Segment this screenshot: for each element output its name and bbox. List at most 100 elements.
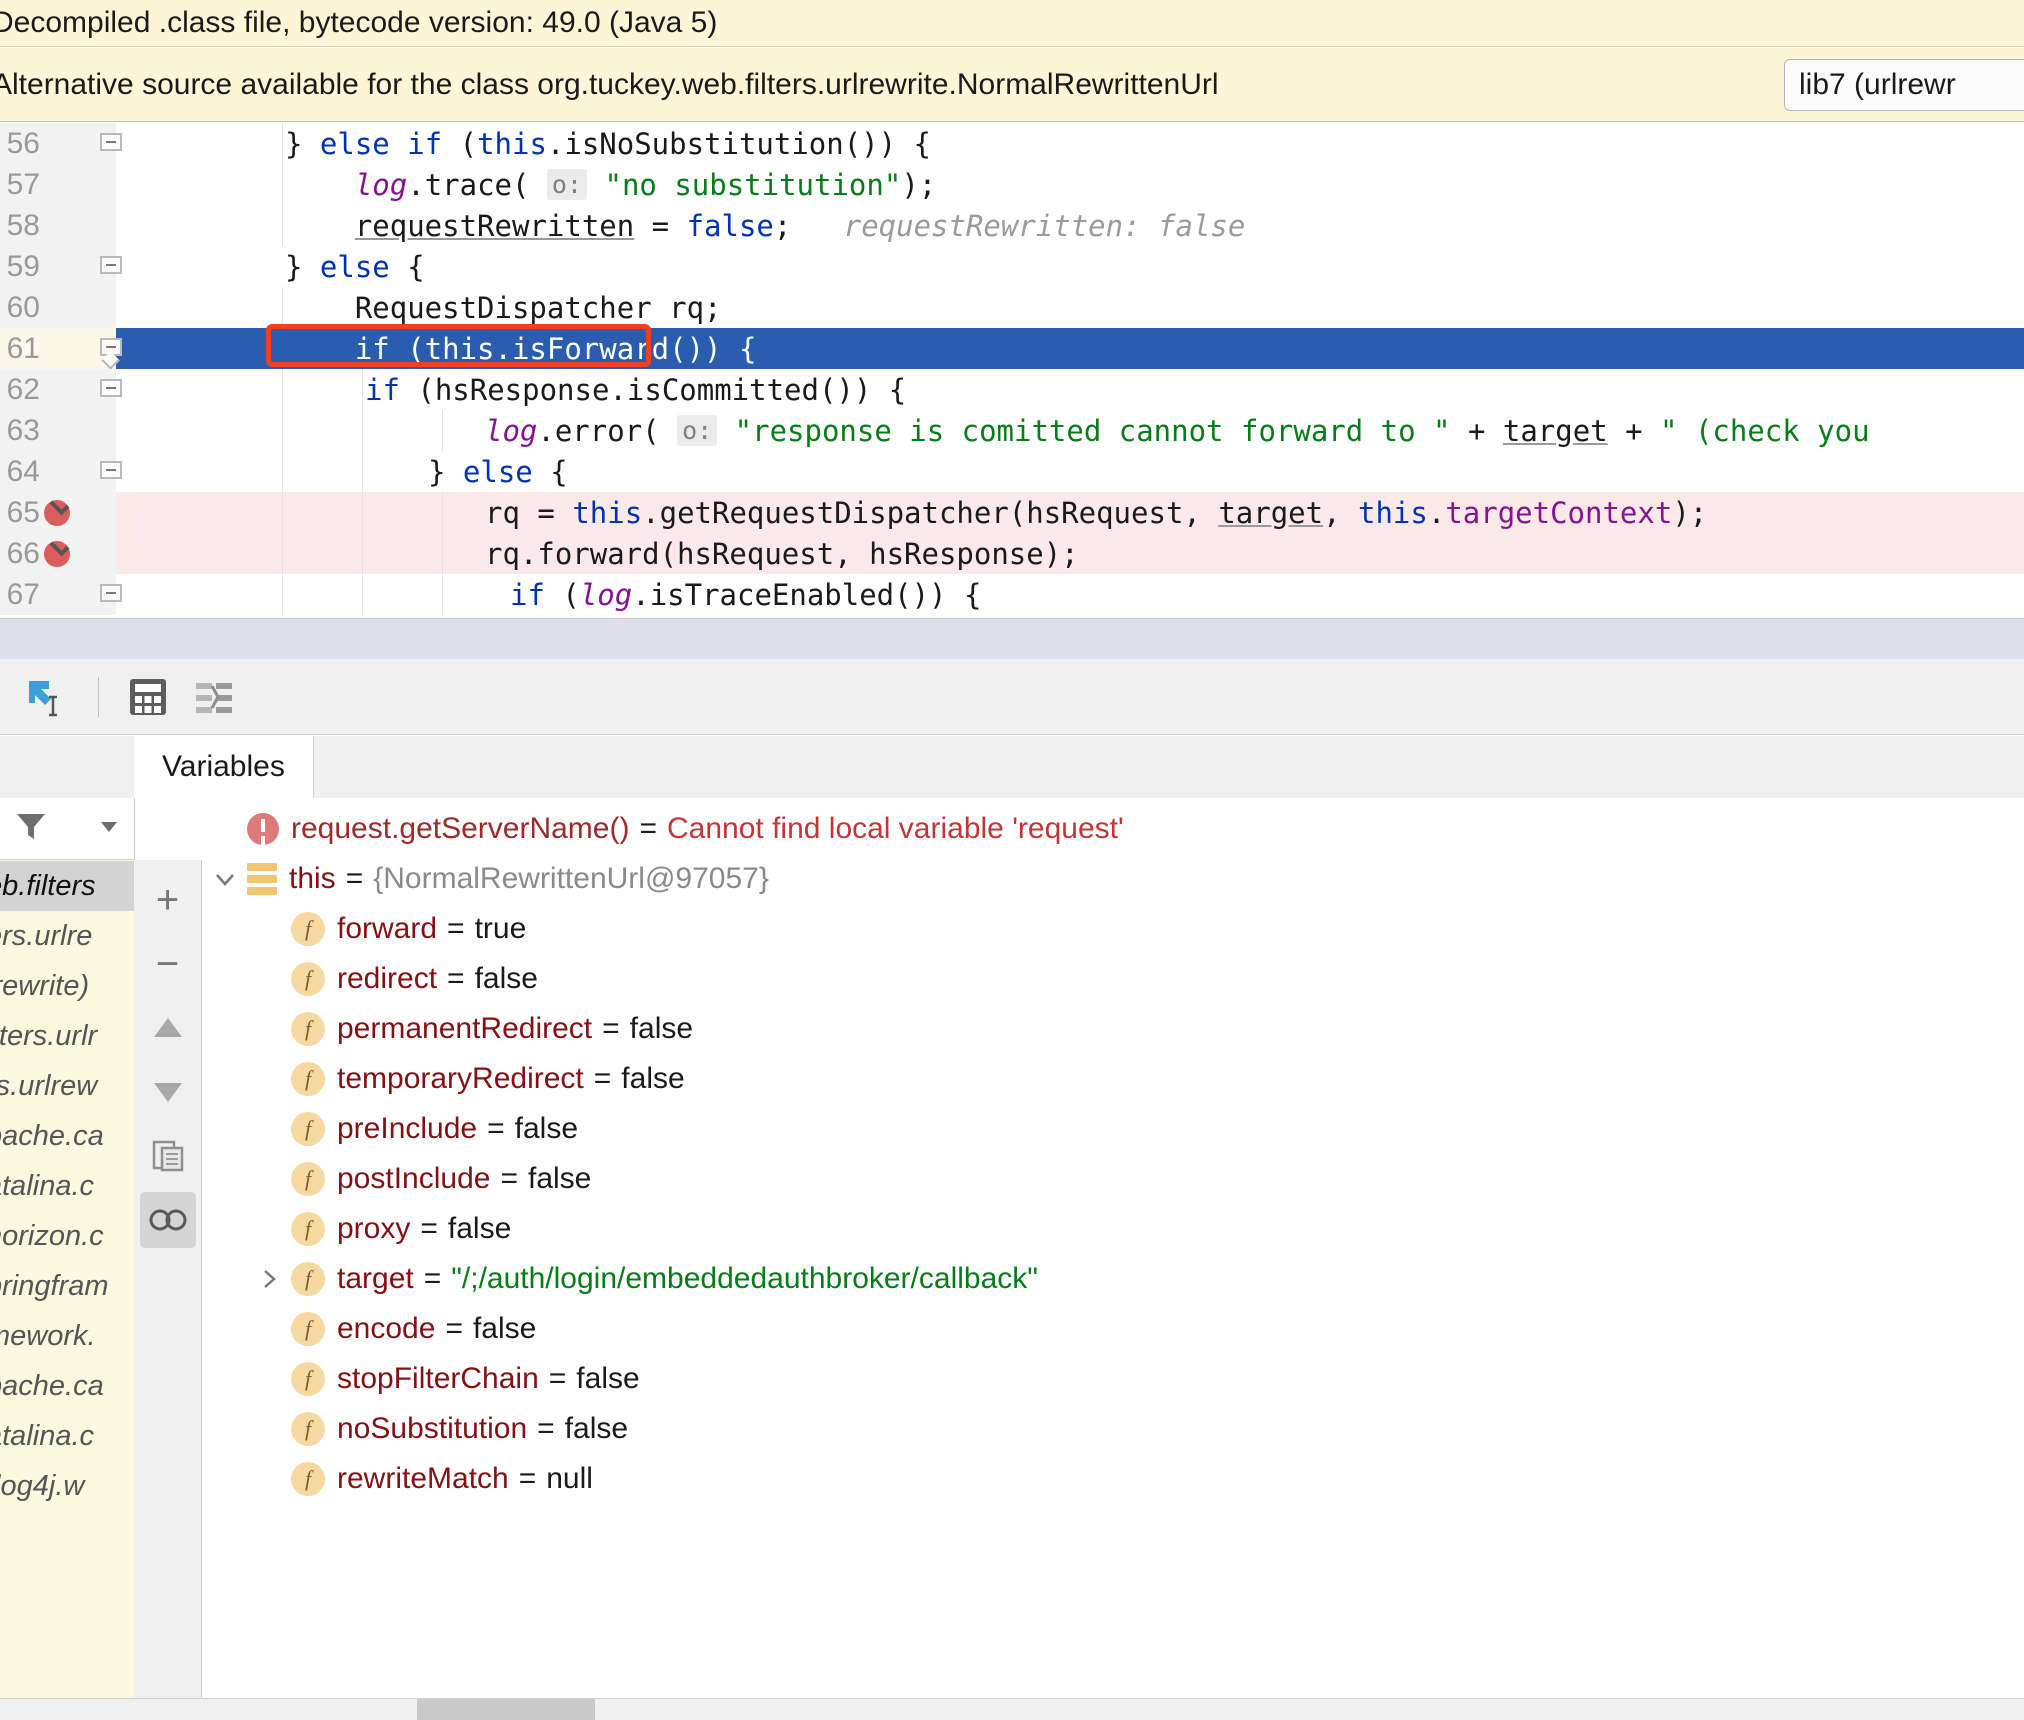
list-item[interactable]: mework. [0, 1311, 134, 1361]
funnel-icon[interactable] [14, 809, 48, 848]
code-text-64: } else { [428, 454, 568, 489]
field-icon: f [291, 1012, 325, 1046]
table-row[interactable]: f temporaryRedirect = false [203, 1054, 2024, 1104]
list-item[interactable]: atalina.c [0, 1161, 134, 1211]
list-item[interactable]: eb.filters [0, 861, 134, 911]
table-row[interactable]: f encode = false [203, 1304, 2024, 1354]
variable-value: false [514, 1112, 579, 1145]
equals-sign: = [447, 962, 465, 995]
status-bar[interactable] [0, 1698, 2024, 1720]
code-text-66: rq.forward(hsRequest, hsResponse); [485, 536, 1079, 571]
filter-item-label: horizon.c [0, 1219, 104, 1252]
table-row[interactable]: f permanentRedirect = false [203, 1004, 2024, 1054]
code-line-57[interactable]: 57 log .trace( o: "no substitution"); [0, 164, 2024, 205]
variable-value: false [576, 1362, 640, 1395]
fold-marker-64[interactable] [100, 461, 126, 485]
fold-marker-67[interactable] [100, 584, 126, 608]
table-row[interactable]: f redirect = false [203, 954, 2024, 1004]
table-row[interactable]: f proxy = false [203, 1204, 2024, 1254]
list-item[interactable]: pringfram [0, 1261, 134, 1311]
debugger-tab-row[interactable]: Variables [0, 736, 2024, 799]
list-item[interactable]: lrewrite) [0, 961, 134, 1011]
editor-debugger-splitter[interactable] [0, 618, 2024, 660]
triangle-down-icon [153, 1083, 182, 1102]
gutter-63[interactable]: 63 [0, 410, 116, 451]
move-down-button[interactable] [140, 1064, 196, 1120]
chevron-right-icon[interactable] [247, 1267, 291, 1291]
gutter-62[interactable]: 62 [0, 369, 116, 410]
gutter-60[interactable]: 60 [0, 287, 116, 328]
add-button[interactable]: + [140, 872, 196, 928]
list-item[interactable]: rs.urlrew [0, 1061, 134, 1111]
table-row[interactable]: f noSubstitution = false [203, 1404, 2024, 1454]
copy-button[interactable] [140, 1128, 196, 1184]
table-row[interactable]: request.getServerName() = Cannot find lo… [203, 804, 2024, 854]
gutter-56[interactable]: 56 [0, 123, 116, 164]
table-row[interactable]: f stopFilterChain = false [203, 1354, 2024, 1404]
list-item[interactable]: horizon.c [0, 1211, 134, 1261]
variable-value: "/;/auth/login/embeddedauthbroker/callba… [451, 1262, 1038, 1295]
debugger-toolbar[interactable] [0, 659, 2024, 735]
code-line-61[interactable]: 61 if (this.isForward()) { [0, 328, 2024, 370]
code-line-66[interactable]: 66 rq.forward(hsRequest, hsResponse); [0, 533, 2024, 574]
gutter-65[interactable]: 65 [0, 492, 116, 533]
add-icon: + [155, 877, 180, 922]
chevron-down-icon[interactable] [98, 815, 120, 842]
variable-value: false [629, 1012, 694, 1045]
code-line-65[interactable]: 65 rq = this .getRequestDispatcher(hsRequ… [0, 492, 2024, 533]
fold-marker-62[interactable] [100, 379, 126, 403]
breakpoint-icon-65[interactable] [44, 500, 70, 526]
gutter-67[interactable]: 67 [0, 574, 116, 615]
code-line-60[interactable]: 60 RequestDispatcher rq; [0, 287, 2024, 328]
filter-item-label: pringfram [0, 1269, 109, 1302]
fold-marker-56[interactable] [100, 133, 126, 157]
move-up-button[interactable] [140, 1000, 196, 1056]
code-line-62[interactable]: 62 if (hsResponse.isCommitted()) { [0, 369, 2024, 410]
code-line-56[interactable]: 56 } else if (this .isNoSubstitution()) { [0, 123, 2024, 164]
list-item[interactable]: pache.ca [0, 1361, 134, 1411]
gutter-57[interactable]: 57 [0, 164, 116, 205]
list-item[interactable]: ilters.urlr [0, 1011, 134, 1061]
list-item[interactable]: atalina.c [0, 1411, 134, 1461]
equals-sign: = [345, 862, 364, 895]
gutter-59[interactable]: 59 [0, 246, 116, 287]
mute-breakpoints-button[interactable] [139, 1192, 196, 1248]
fold-marker-61[interactable] [100, 338, 126, 370]
code-editor[interactable]: 56 } else if (this .isNoSubstitution()) {… [0, 123, 2024, 618]
code-line-63[interactable]: 63 log .error( o: "response is comitted c… [0, 410, 2024, 451]
gutter-61[interactable]: 61 [0, 328, 116, 369]
table-row[interactable]: f preInclude = false [203, 1104, 2024, 1154]
chevron-down-icon[interactable] [203, 867, 247, 891]
table-row[interactable]: f forward = true [203, 904, 2024, 954]
gutter-58[interactable]: 58 [0, 205, 116, 246]
breakpoint-icon-66[interactable] [44, 541, 70, 567]
code-line-67[interactable]: 67 if (log .isTraceEnabled()) { [0, 574, 2024, 615]
code-line-58[interactable]: 58 requestRewritten = false; requestRewr… [0, 205, 2024, 246]
status-chip[interactable] [417, 1699, 595, 1720]
list-item[interactable]: .log4j.w [0, 1461, 134, 1511]
evaluate-expression-icon[interactable] [117, 666, 179, 728]
gutter-64[interactable]: 64 [0, 451, 116, 492]
error-icon [247, 813, 279, 845]
class-filters-list[interactable]: eb.filters ers.urlre lrewrite) ilters.ur… [0, 861, 134, 1511]
class-filters-panel[interactable]: eb.filters ers.urlre lrewrite) ilters.ur… [0, 798, 135, 1698]
filters-side-toolbar[interactable]: + − [134, 860, 202, 1698]
table-row[interactable]: this = {NormalRewrittenUrl@97057} [203, 854, 2024, 904]
table-row[interactable]: f rewriteMatch = null [203, 1454, 2024, 1504]
code-line-59[interactable]: 59 } else { [0, 246, 2024, 287]
triangle-up-icon [153, 1018, 182, 1037]
gutter-66[interactable]: 66 [0, 533, 116, 574]
module-selector-combobox[interactable]: lib7 (urlrewr [1784, 58, 2024, 111]
jump-to-cursor-icon[interactable] [14, 666, 76, 728]
list-item[interactable]: ers.urlre [0, 911, 134, 961]
remove-button[interactable]: − [140, 936, 196, 992]
code-line-64[interactable]: 64 } else { [0, 451, 2024, 492]
table-row[interactable]: f target = "/;/auth/login/embeddedauthbr… [203, 1254, 2024, 1304]
list-item[interactable]: pache.ca [0, 1111, 134, 1161]
variables-tree[interactable]: request.getServerName() = Cannot find lo… [203, 798, 2024, 1698]
class-filters-header[interactable] [0, 798, 134, 860]
fold-marker-59[interactable] [100, 256, 126, 280]
table-row[interactable]: f postInclude = false [203, 1154, 2024, 1204]
tab-variables[interactable]: Variables [134, 736, 314, 798]
group-by-icon[interactable] [183, 666, 245, 728]
